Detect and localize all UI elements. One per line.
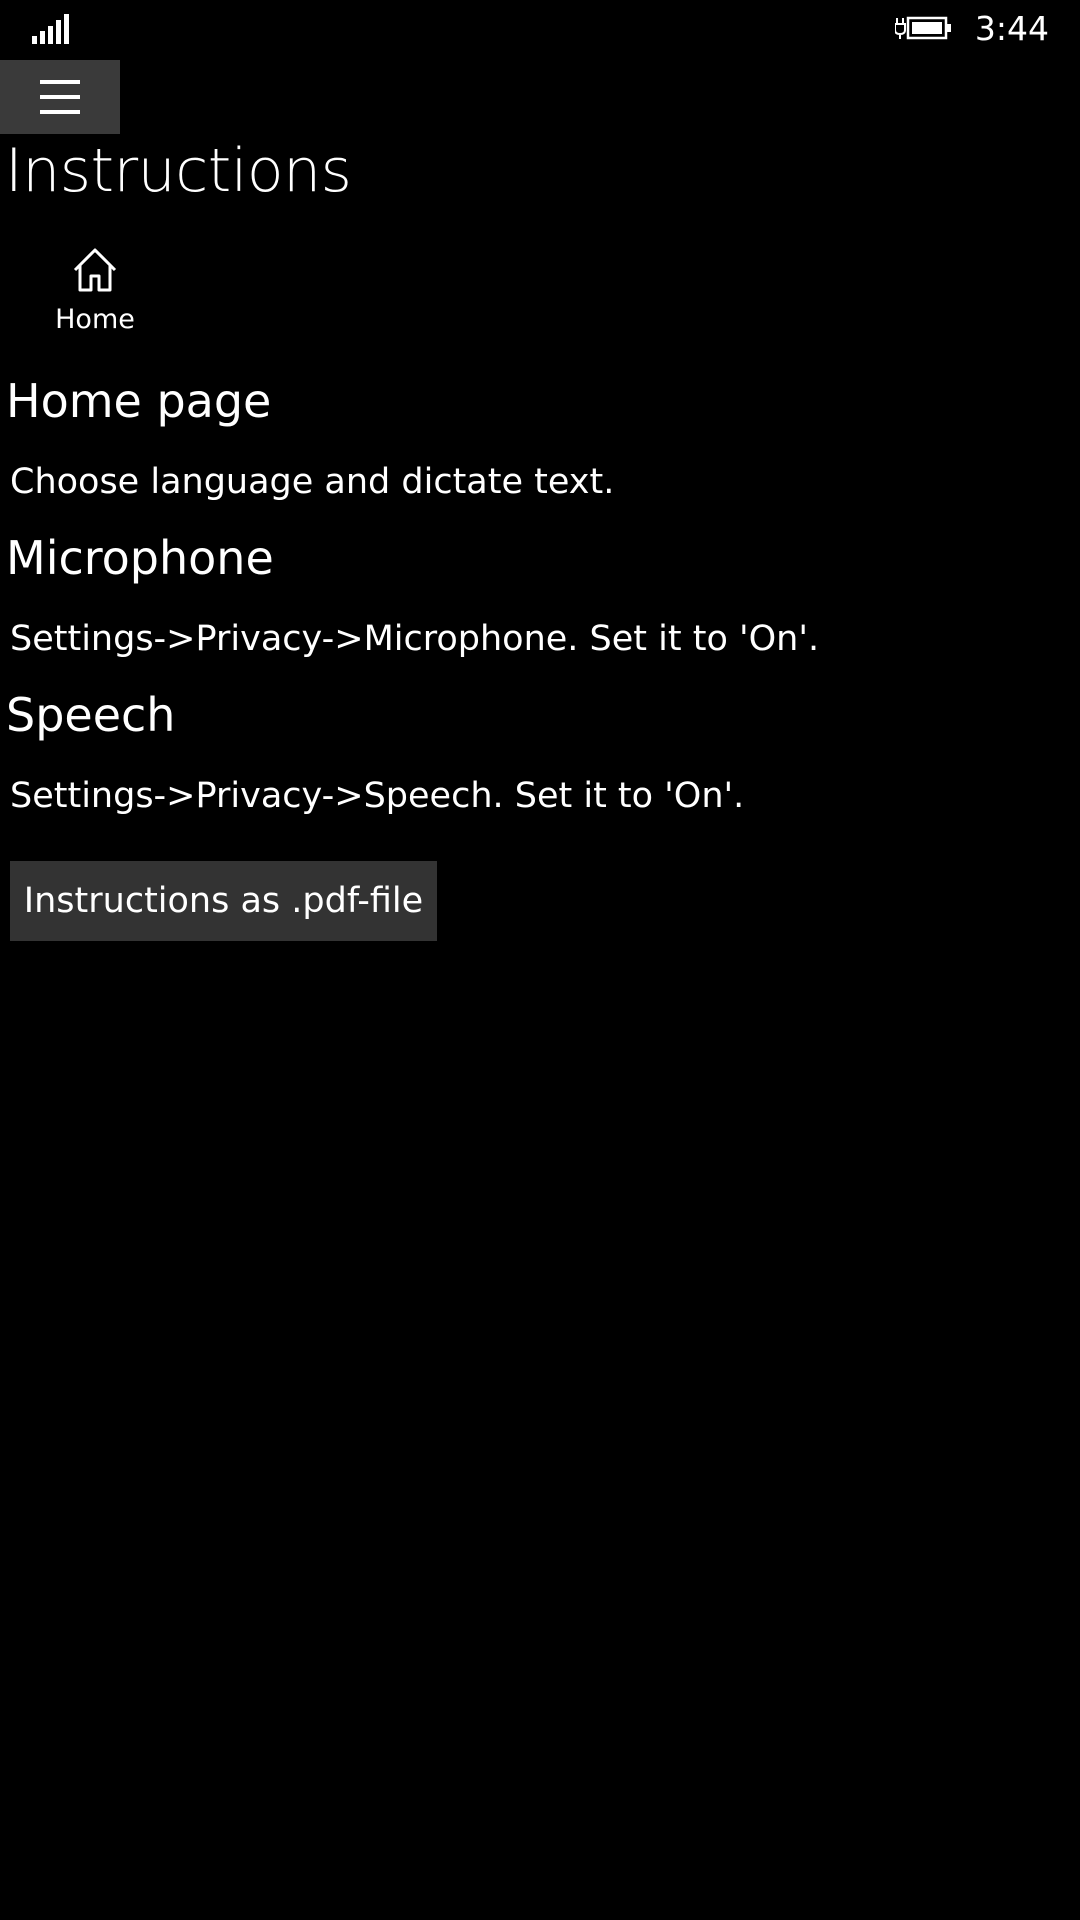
home-label: Home <box>55 304 135 335</box>
section-heading-microphone: Microphone <box>6 531 274 585</box>
section-heading-home-page: Home page <box>6 374 272 428</box>
hamburger-icon <box>40 80 80 114</box>
instructions-pdf-button[interactable]: Instructions as .pdf-file <box>10 861 437 941</box>
menu-button[interactable] <box>0 60 120 134</box>
status-clock: 3:44 <box>974 9 1049 48</box>
page-title: Instructions <box>5 136 352 206</box>
section-text-microphone: Settings->Privacy->Microphone. Set it to… <box>10 619 820 659</box>
section-text-speech: Settings->Privacy->Speech. Set it to 'On… <box>10 776 745 816</box>
section-text-home-page: Choose language and dictate text. <box>10 462 615 502</box>
home-nav-button[interactable]: Home <box>40 240 150 350</box>
status-bar: 3:44 <box>0 0 1080 58</box>
signal-bars-icon <box>32 14 69 44</box>
home-icon <box>73 248 117 292</box>
battery-charging-icon <box>895 16 951 40</box>
section-heading-speech: Speech <box>6 688 176 742</box>
app-screen: 3:44 Instructions Home Home page Choose … <box>0 0 1080 1920</box>
